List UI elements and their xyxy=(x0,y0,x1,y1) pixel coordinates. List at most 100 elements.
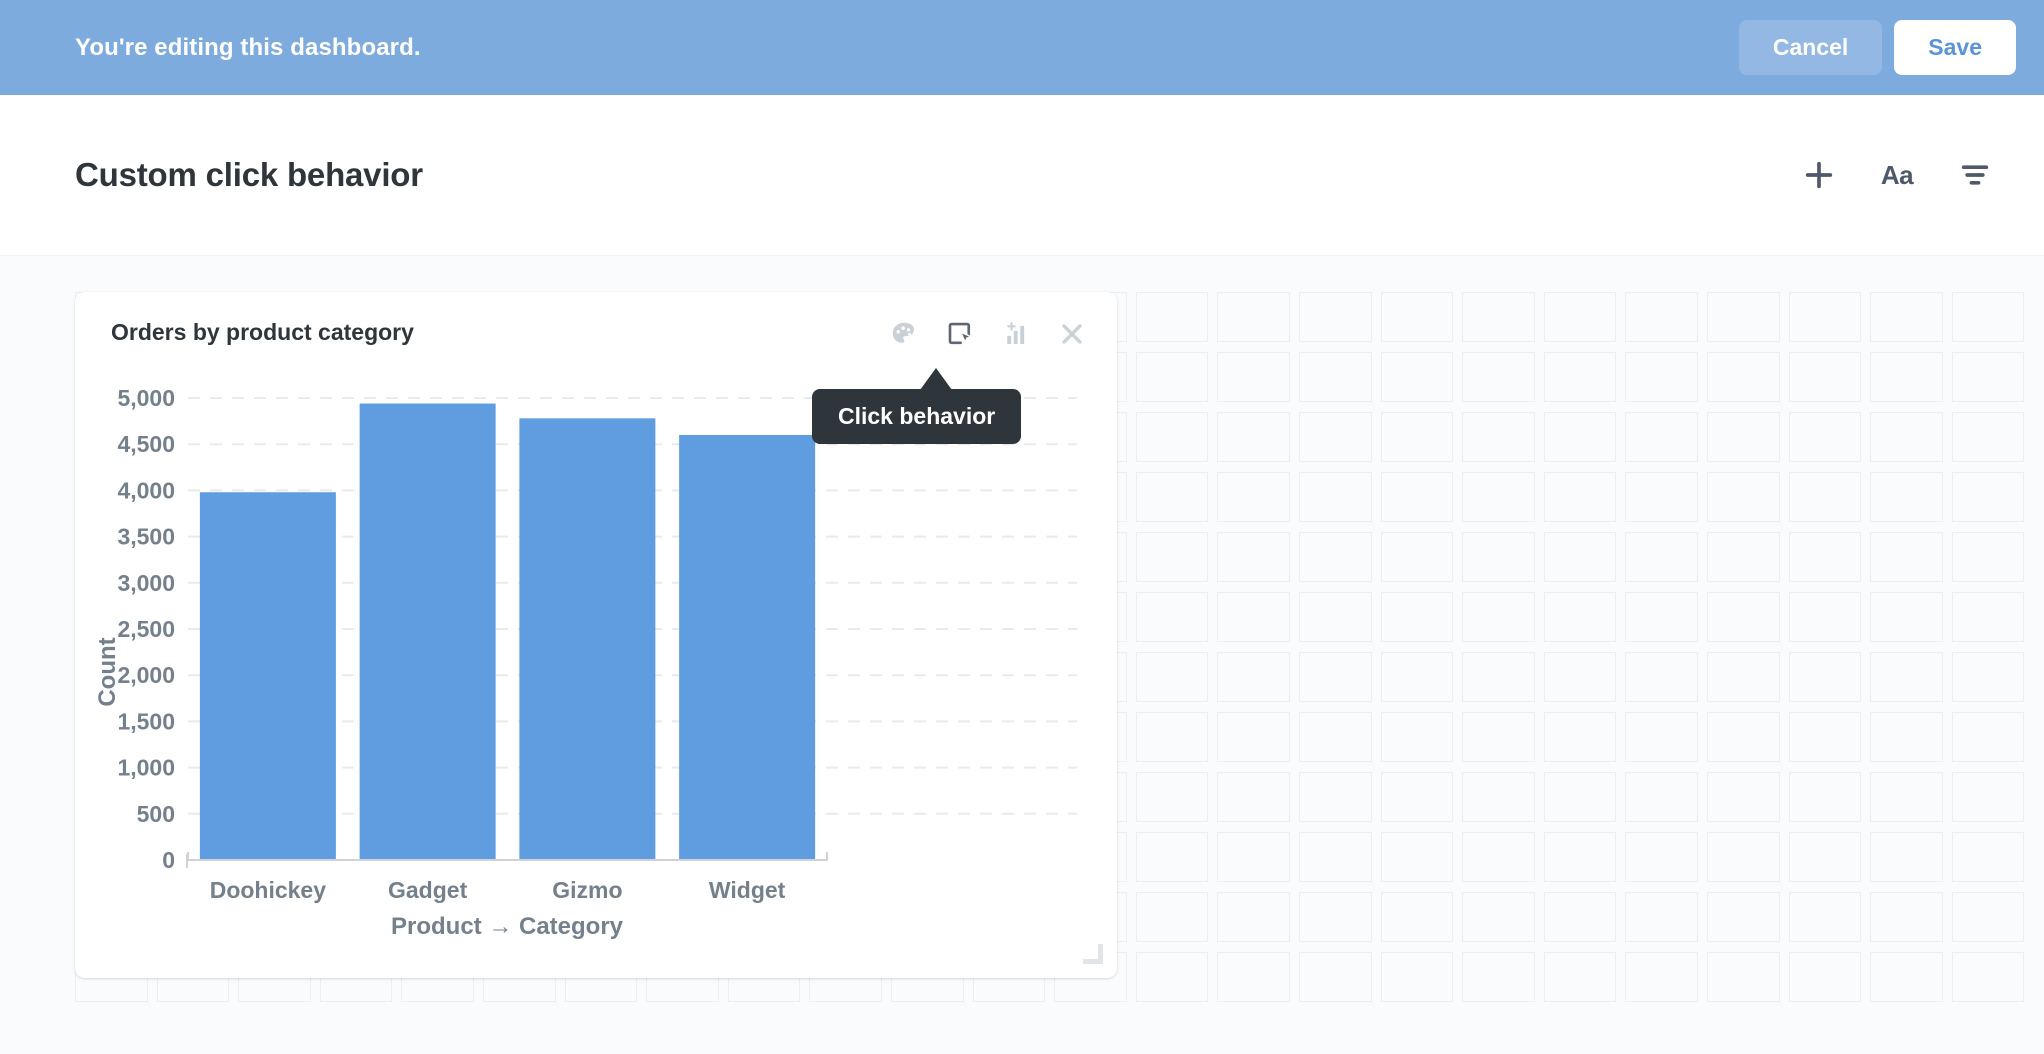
x-axis-tick-label: Gadget xyxy=(388,877,468,903)
grid-placeholder-cell xyxy=(1462,292,1535,342)
grid-placeholder-cell xyxy=(1544,412,1617,462)
bar-chart[interactable]: 5,0004,5004,0003,5003,0002,5002,0001,500… xyxy=(75,372,1117,978)
grid-placeholder-cell xyxy=(1136,652,1209,702)
grid-placeholder-cell xyxy=(1870,832,1943,882)
x-axis-tick-label: Doohickey xyxy=(210,877,327,903)
remove-card-icon[interactable] xyxy=(1057,319,1087,349)
y-axis-tick-label: 0 xyxy=(162,847,175,873)
grid-placeholder-cell xyxy=(1462,412,1535,462)
grid-placeholder-cell xyxy=(1952,772,2025,822)
grid-placeholder-cell xyxy=(1952,832,2025,882)
grid-placeholder-cell xyxy=(1217,292,1290,342)
y-axis-tick-label: 2,500 xyxy=(117,616,175,642)
grid-placeholder-cell xyxy=(1299,892,1372,942)
grid-placeholder-cell xyxy=(1625,412,1698,462)
page-title: Custom click behavior xyxy=(75,156,423,194)
grid-placeholder-cell xyxy=(1707,352,1780,402)
grid-placeholder-cell xyxy=(1136,412,1209,462)
grid-placeholder-cell xyxy=(1870,592,1943,642)
grid-placeholder-cell xyxy=(1462,352,1535,402)
grid-placeholder-cell xyxy=(1299,772,1372,822)
grid-placeholder-cell xyxy=(1299,412,1372,462)
grid-placeholder-cell xyxy=(1870,952,1943,1002)
visualization-options-icon[interactable] xyxy=(889,319,919,349)
grid-placeholder-cell xyxy=(1217,652,1290,702)
grid-placeholder-cell xyxy=(1136,592,1209,642)
x-axis-tick-label: Widget xyxy=(709,877,786,903)
save-button[interactable]: Save xyxy=(1894,20,2016,75)
grid-placeholder-cell xyxy=(1789,592,1862,642)
grid-placeholder-cell xyxy=(1381,952,1454,1002)
grid-placeholder-cell xyxy=(1544,592,1617,642)
dashcard-resize-handle[interactable] xyxy=(1083,944,1103,964)
edit-mode-banner: You're editing this dashboard. Cancel Sa… xyxy=(0,0,2044,95)
grid-placeholder-cell xyxy=(1707,652,1780,702)
grid-placeholder-cell xyxy=(1870,532,1943,582)
grid-placeholder-cell xyxy=(1381,532,1454,582)
grid-placeholder-cell xyxy=(1625,292,1698,342)
chart-bar[interactable] xyxy=(360,404,496,860)
grid-placeholder-cell xyxy=(1870,712,1943,762)
add-series-icon[interactable] xyxy=(1001,319,1031,349)
grid-placeholder-cell xyxy=(1299,532,1372,582)
grid-placeholder-cell xyxy=(1707,412,1780,462)
y-axis-tick-labels: 5,0004,5004,0003,5003,0002,5002,0001,500… xyxy=(117,385,175,873)
y-axis-tick-label: 2,000 xyxy=(117,662,175,688)
grid-placeholder-cell xyxy=(1217,532,1290,582)
grid-placeholder-cell xyxy=(1625,832,1698,882)
grid-placeholder-cell xyxy=(1462,472,1535,522)
grid-placeholder-cell xyxy=(1462,772,1535,822)
grid-placeholder-cell xyxy=(1789,532,1862,582)
grid-placeholder-cell xyxy=(1625,352,1698,402)
grid-placeholder-cell xyxy=(1544,772,1617,822)
click-behavior-icon[interactable] xyxy=(945,319,975,349)
grid-placeholder-cell xyxy=(1217,352,1290,402)
grid-placeholder-cell xyxy=(1544,472,1617,522)
add-filter-icon[interactable] xyxy=(1958,158,1992,192)
grid-placeholder-cell xyxy=(1625,772,1698,822)
grid-placeholder-cell xyxy=(1381,712,1454,762)
grid-placeholder-cell xyxy=(1789,772,1862,822)
grid-placeholder-cell xyxy=(1789,892,1862,942)
dashcard-title: Orders by product category xyxy=(111,319,414,346)
chart-bar[interactable] xyxy=(519,418,655,860)
grid-placeholder-cell xyxy=(1544,352,1617,402)
grid-placeholder-cell xyxy=(1381,292,1454,342)
grid-placeholder-cell xyxy=(1544,712,1617,762)
grid-placeholder-cell xyxy=(1217,472,1290,522)
add-question-icon[interactable] xyxy=(1802,158,1836,192)
grid-placeholder-cell xyxy=(1136,772,1209,822)
grid-placeholder-cell xyxy=(1217,892,1290,942)
dashboard-canvas: Orders by product category xyxy=(0,256,2044,1054)
grid-placeholder-cell xyxy=(1136,832,1209,882)
chart-svg: 5,0004,5004,0003,5003,0002,5002,0001,500… xyxy=(75,372,1117,978)
grid-placeholder-cell xyxy=(1217,772,1290,822)
grid-placeholder-cell xyxy=(1136,712,1209,762)
add-text-card-icon[interactable]: Aa xyxy=(1880,158,1914,192)
grid-placeholder-cell xyxy=(1952,592,2025,642)
chart-bars[interactable] xyxy=(200,404,815,860)
grid-placeholder-cell xyxy=(1870,352,1943,402)
grid-placeholder-cell xyxy=(1870,652,1943,702)
chart-bar[interactable] xyxy=(679,435,815,860)
grid-placeholder-cell xyxy=(1136,532,1209,582)
grid-placeholder-cell xyxy=(1625,952,1698,1002)
grid-placeholder-cell xyxy=(1870,292,1943,342)
grid-placeholder-cell xyxy=(1299,952,1372,1002)
cancel-button[interactable]: Cancel xyxy=(1739,20,1882,75)
grid-placeholder-cell xyxy=(1707,472,1780,522)
grid-placeholder-cell xyxy=(1625,652,1698,702)
grid-placeholder-cell xyxy=(1299,652,1372,702)
grid-placeholder-cell xyxy=(1544,832,1617,882)
chart-bar[interactable] xyxy=(200,492,336,860)
x-axis-title: Product → Category xyxy=(391,913,624,940)
grid-placeholder-cell xyxy=(1462,712,1535,762)
x-axis-tick-label: Gizmo xyxy=(552,877,622,903)
y-axis-tick-label: 3,500 xyxy=(117,524,175,550)
grid-placeholder-cell xyxy=(1381,892,1454,942)
grid-placeholder-cell xyxy=(1136,952,1209,1002)
grid-placeholder-cell xyxy=(1462,652,1535,702)
banner-actions: Cancel Save xyxy=(1739,20,2016,75)
grid-placeholder-cell xyxy=(1707,832,1780,882)
grid-placeholder-cell xyxy=(1381,652,1454,702)
